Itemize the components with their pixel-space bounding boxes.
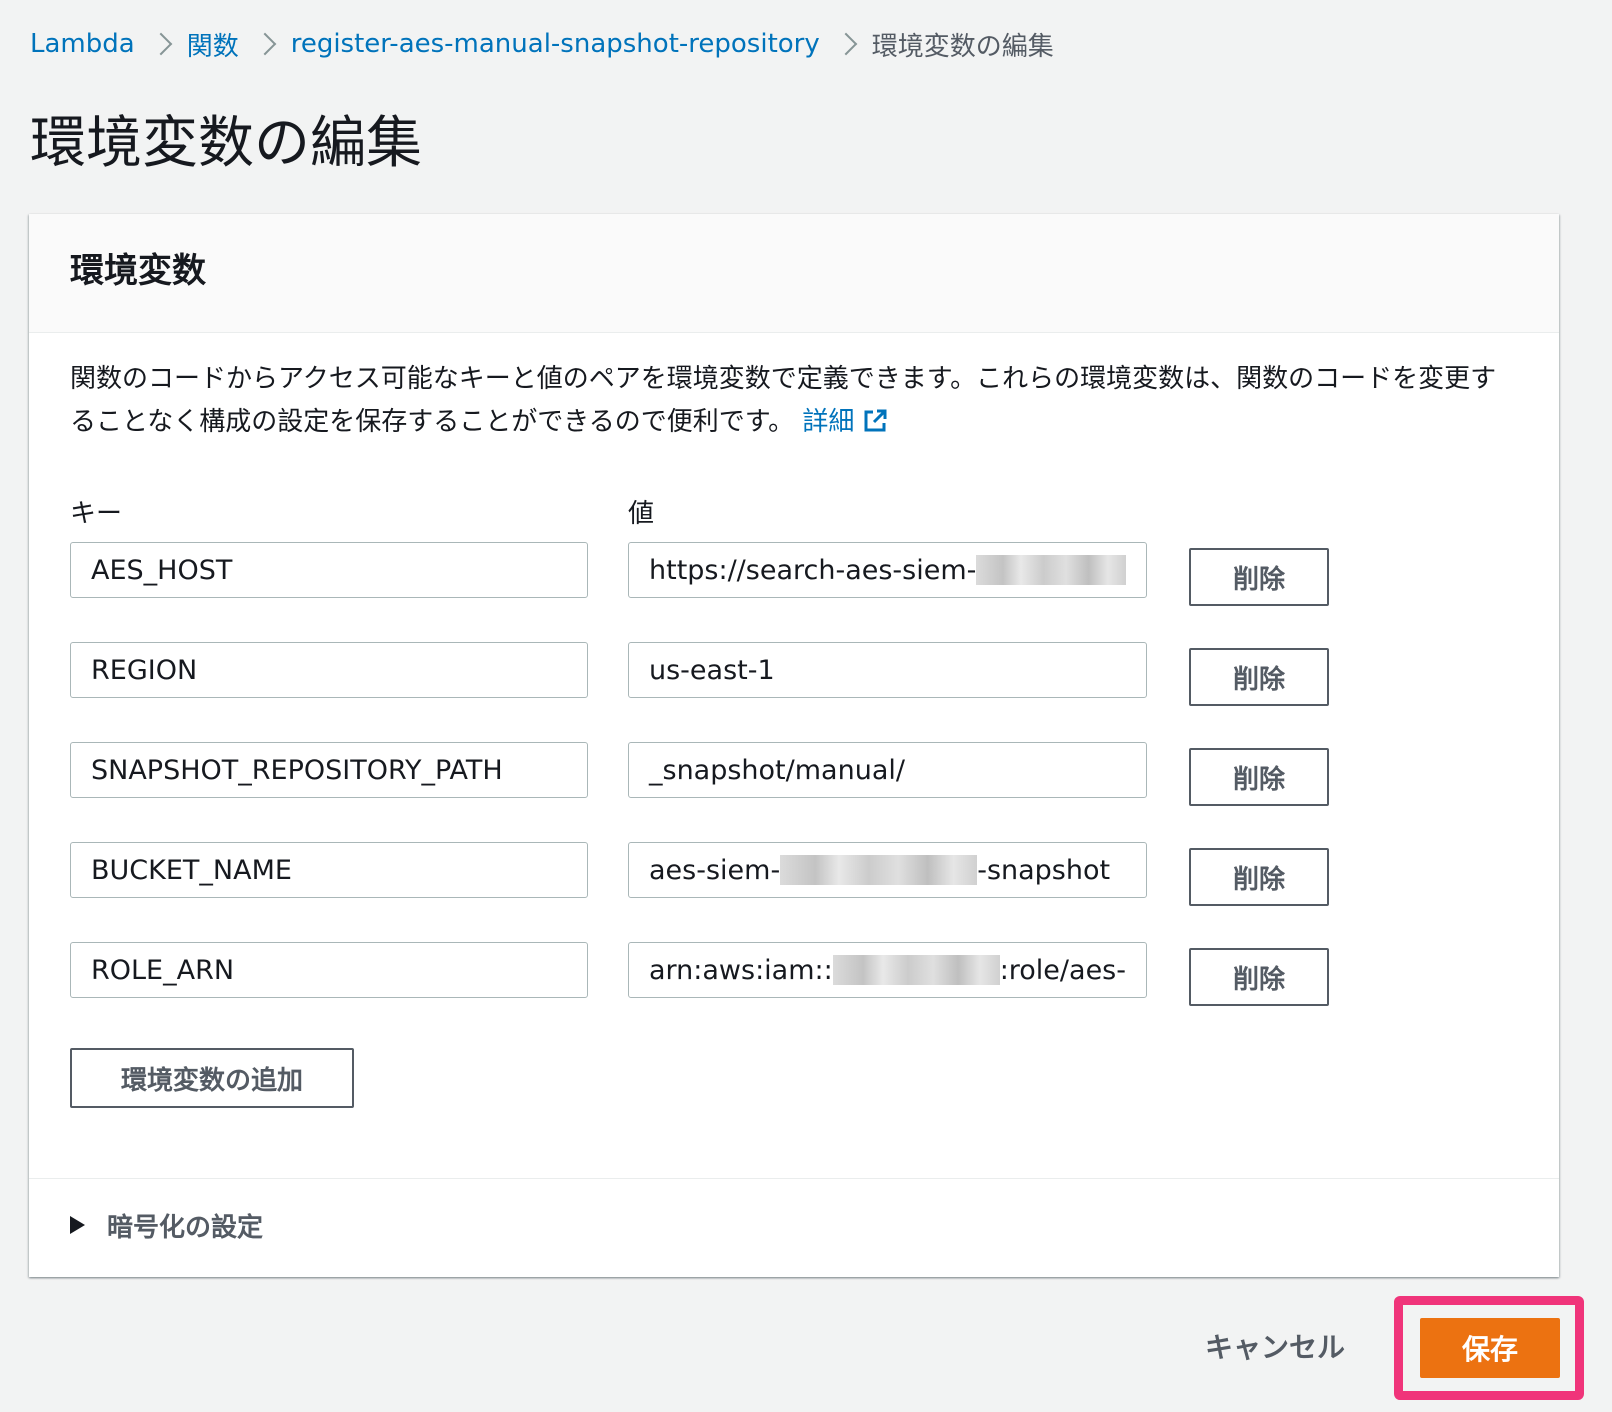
encryption-settings-expander[interactable]: 暗号化の設定 [70,1200,263,1250]
save-button[interactable]: 保存 [1420,1318,1560,1378]
page-title: 環境変数の編集 [30,111,422,176]
env-value-suffix: -snapshot [977,854,1111,886]
caret-right-icon [70,1216,85,1234]
env-key-text: AES_HOST [91,554,233,586]
panel-heading: 環境変数 [70,251,206,291]
panel-description: 関数のコードからアクセス可能なキーと値のペアを環境変数で定義できます。これらの環… [70,358,1510,444]
env-var-row: SNAPSHOT_REPOSITORY_PATH _snapshot/manua… [29,742,1559,806]
env-key-text: ROLE_ARN [91,954,235,986]
env-value-text: aes-siem- [649,854,781,886]
env-var-row: BUCKET_NAME aes-siem- -snapshot 削除 [29,842,1559,906]
env-key-text: BUCKET_NAME [91,854,292,886]
divider [29,1178,1559,1179]
remove-button[interactable]: 削除 [1189,948,1329,1006]
remove-button[interactable]: 削除 [1189,648,1329,706]
remove-button[interactable]: 削除 [1189,748,1329,806]
panel-header: 環境変数 [29,214,1559,333]
env-value-suffix: :role/aes- [999,954,1126,986]
env-var-row: REGION us-east-1 削除 [29,642,1559,706]
redacted-mask [832,955,1000,985]
chevron-right-icon [239,24,291,64]
redacted-mask [780,855,978,885]
chevron-right-icon [135,24,187,64]
env-key-input[interactable]: SNAPSHOT_REPOSITORY_PATH [70,742,588,798]
external-link-icon[interactable] [862,408,888,434]
env-key-text: SNAPSHOT_REPOSITORY_PATH [91,754,503,786]
add-environment-variable-button[interactable]: 環境変数の追加 [70,1048,354,1108]
key-column-label: キー [70,499,123,529]
value-column-label: 値 [628,499,655,529]
breadcrumb-functions[interactable]: 関数 [187,26,239,63]
env-var-row: AES_HOST https://search-aes-siem- 削除 [29,542,1559,606]
encryption-settings-label: 暗号化の設定 [107,1212,264,1243]
env-key-text: REGION [91,654,198,686]
chevron-right-icon [820,24,872,64]
learn-more-label[interactable]: 詳細 [802,407,854,437]
env-key-input[interactable]: REGION [70,642,588,698]
env-key-input[interactable]: ROLE_ARN [70,942,588,998]
env-value-text: https://search-aes-siem- [649,554,977,586]
description-text: 関数のコードからアクセス可能なキーと値のペアを環境変数で定義できます。これらの環… [70,364,1497,437]
env-value-input[interactable]: us-east-1 [628,642,1147,698]
env-value-input[interactable]: https://search-aes-siem- [628,542,1147,598]
remove-button[interactable]: 削除 [1189,848,1329,906]
env-key-input[interactable]: AES_HOST [70,542,588,598]
env-value-text: _snapshot/manual/ [649,754,905,786]
env-value-input[interactable]: arn:aws:iam:::role/aes- [628,942,1147,998]
breadcrumb-lambda[interactable]: Lambda [30,29,135,59]
env-value-text: us-east-1 [649,654,775,686]
env-value-input[interactable]: aes-siem- -snapshot [628,842,1147,898]
breadcrumb-function-name[interactable]: register-aes-manual-snapshot-repository [291,29,820,59]
cancel-button[interactable]: キャンセル [1205,1318,1345,1374]
breadcrumb-current: 環境変数の編集 [871,31,1054,62]
env-value-text: arn:aws:iam:: [649,954,833,986]
learn-more-link[interactable]: 詳細 [802,407,888,437]
remove-button[interactable]: 削除 [1189,548,1329,606]
env-key-input[interactable]: BUCKET_NAME [70,842,588,898]
breadcrumb: Lambda 関数 register-aes-manual-snapshot-r… [30,24,1054,64]
env-value-input[interactable]: _snapshot/manual/ [628,742,1147,798]
env-var-row: ROLE_ARN arn:aws:iam:::role/aes- 削除 [29,942,1559,1006]
environment-variables-panel: 環境変数 関数のコードからアクセス可能なキーと値のペアを環境変数で定義できます。… [29,214,1559,1277]
redacted-mask [976,555,1126,585]
